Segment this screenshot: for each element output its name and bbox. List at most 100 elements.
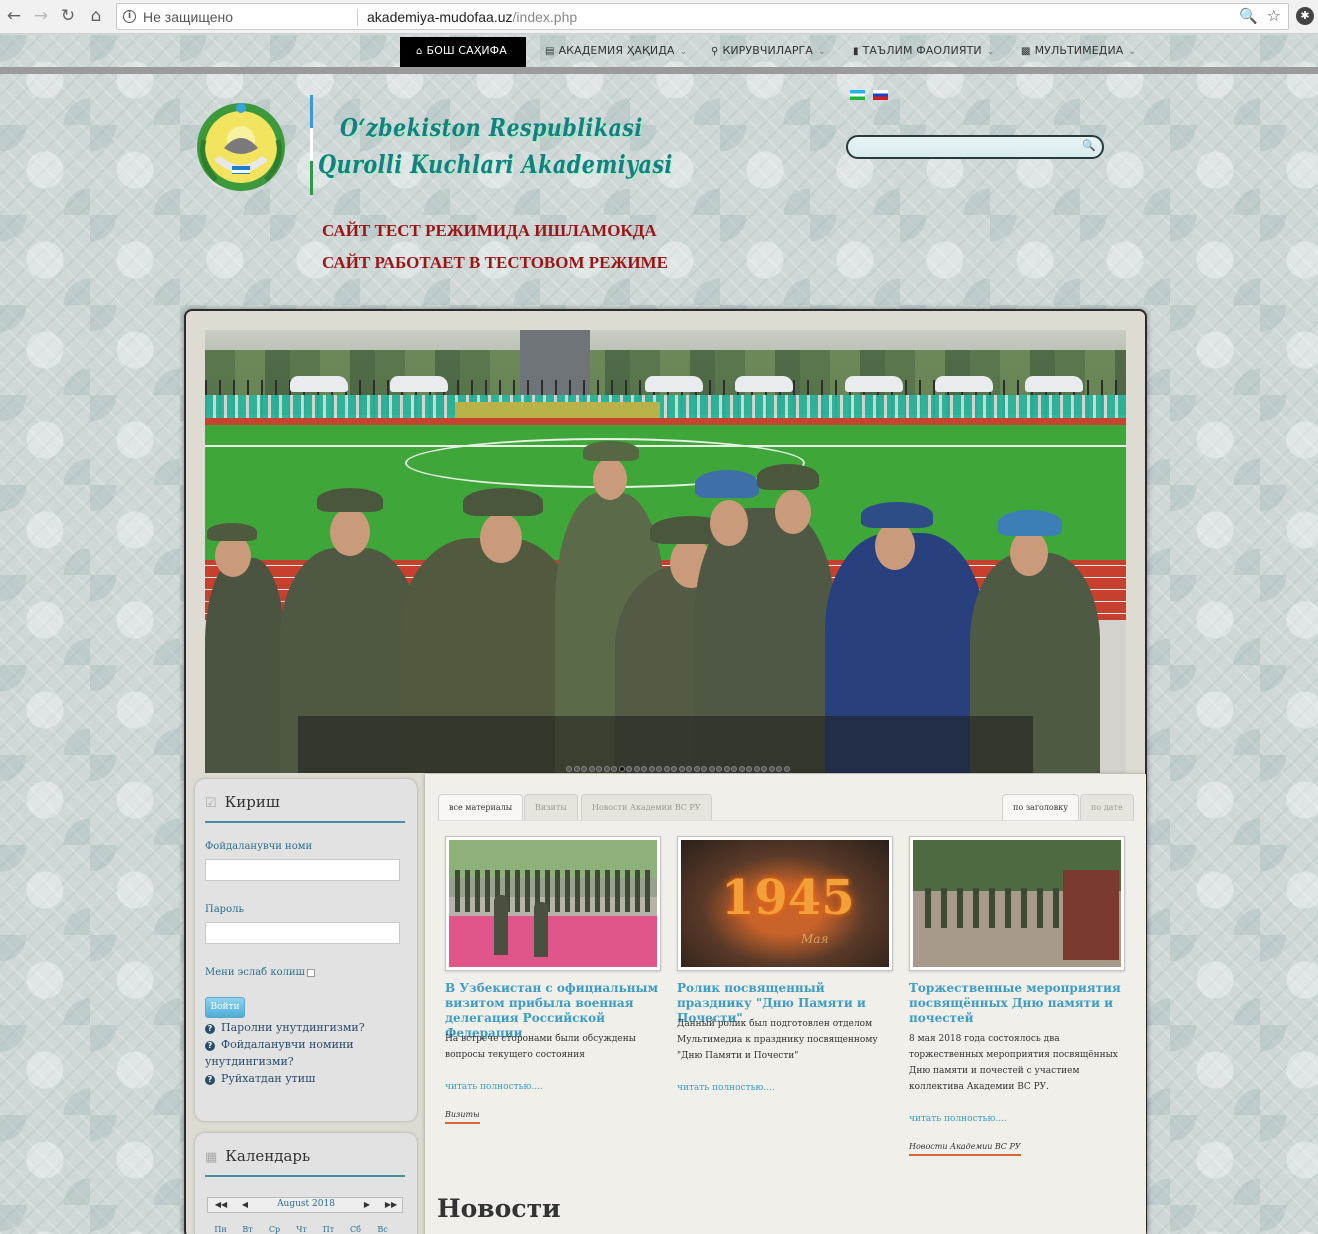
slider-dot[interactable] (648, 766, 655, 772)
slider-dot[interactable] (656, 766, 662, 772)
tab-all-materials[interactable]: все материалы (438, 794, 524, 821)
russian-flag-icon[interactable] (873, 90, 888, 100)
slider-dot[interactable] (596, 766, 602, 772)
slider-dot[interactable] (738, 766, 745, 772)
news-thumbnail[interactable] (909, 836, 1125, 971)
remember-checkbox[interactable] (306, 968, 315, 977)
zoom-icon[interactable]: 🔍 (1239, 7, 1258, 25)
slider-dot[interactable] (723, 766, 730, 772)
password-field[interactable] (205, 922, 400, 944)
forgot-password-link[interactable]: ? Паролни унутдингизми? (205, 1019, 405, 1036)
news-excerpt: Данный ролик был подготовлен отделом Мул… (677, 1019, 878, 1061)
state-emblem-logo[interactable] (194, 100, 288, 194)
forgot-username-link[interactable]: ? Фойдаланувчи номини унутдингизми? (205, 1036, 405, 1070)
site-title-line1[interactable]: O‘zbekiston Respublikasi (340, 113, 643, 142)
slider-dot[interactable] (686, 766, 692, 772)
nav-item-multimedia[interactable]: ▩ МУЛЬТИМЕДИА ⌄ (1021, 37, 1136, 68)
reload-icon[interactable]: ↻ (58, 6, 78, 26)
back-icon[interactable]: ← (4, 6, 24, 26)
search-input[interactable] (856, 139, 1081, 156)
slider-dot[interactable] (708, 766, 715, 772)
tab-sort-title[interactable]: по заголовку (1002, 794, 1079, 821)
question-icon: ? (205, 1024, 215, 1034)
slider-dot[interactable] (618, 766, 625, 772)
news-category-link[interactable]: Визиты (445, 1110, 480, 1124)
nav-divider (0, 67, 1318, 74)
tab-academy-news[interactable]: Новости Академии ВС РУ (581, 794, 712, 821)
weekday: Вс (377, 1225, 388, 1234)
news-thumbnail[interactable]: 1945 Мая (677, 836, 893, 971)
slider-dot[interactable] (776, 766, 782, 772)
book-icon: ▮ (853, 46, 859, 57)
slider-dot[interactable] (693, 766, 700, 772)
prev-year-button[interactable]: ◀◀ (210, 1198, 232, 1212)
search-icon[interactable]: 🔍 (1082, 139, 1096, 152)
chevron-down-icon: ⌄ (679, 47, 688, 57)
slider-dot[interactable] (573, 766, 580, 772)
security-label[interactable]: Не защищено (143, 9, 233, 25)
site-title-line2[interactable]: Qurolli Kuchlari Akademiyasi (318, 150, 673, 179)
read-more-link[interactable]: читать полностью.... (909, 1114, 1007, 1124)
image-slider[interactable] (205, 330, 1126, 773)
slider-dot[interactable] (671, 766, 677, 772)
next-year-button[interactable]: ▶▶ (380, 1198, 402, 1212)
slider-dot[interactable] (603, 766, 610, 772)
next-month-button[interactable]: ▶ (356, 1198, 378, 1212)
weekday: Пт (322, 1225, 335, 1234)
address-bar[interactable]: i Не защищено akademiya-mudofaa.uz/index… (116, 3, 1289, 30)
nav-item-education[interactable]: ▮ ТАЪЛИМ ФАОЛИЯТИ ⌄ (853, 37, 994, 68)
logo-divider (310, 95, 313, 195)
extension-icon[interactable]: ✱ (1296, 7, 1314, 25)
slider-dot[interactable] (783, 766, 790, 772)
test-mode-notice-ru: САЙТ РАБОТАЕТ В ТЕСТОВОМ РЕЖИМЕ (322, 253, 668, 272)
slider-dot[interactable] (566, 766, 572, 772)
slider-dot[interactable] (663, 766, 670, 772)
prev-month-button[interactable]: ◀ (234, 1198, 256, 1212)
nav-item-about[interactable]: ▤ АКАДЕМИЯ ҲАҚИДА ⌄ (545, 37, 687, 68)
tab-sort-date[interactable]: по дате (1080, 794, 1134, 821)
nav-item-applicants[interactable]: ⚲ КИРУВЧИЛАРГА ⌄ (711, 37, 826, 68)
username-field[interactable] (205, 859, 400, 881)
news-section-heading: Новости (437, 1194, 561, 1223)
read-more-link[interactable]: читать полностью.... (677, 1083, 775, 1093)
forward-icon[interactable]: → (31, 6, 51, 26)
register-link[interactable]: ? Руйхатдан утиш (205, 1070, 405, 1087)
weekday: Ср (268, 1225, 281, 1234)
read-more-link[interactable]: читать полностью.... (445, 1082, 543, 1092)
nav-item-home[interactable]: ⌂ БОШ САҲИФА (400, 37, 526, 68)
info-icon[interactable]: i (123, 10, 136, 23)
bookmark-star-icon[interactable]: ☆ (1267, 6, 1281, 25)
news-thumbnail[interactable] (445, 836, 661, 971)
news-title-link[interactable]: Торжественные мероприятия посвящённых Дн… (909, 981, 1125, 1026)
slider-dot[interactable] (633, 766, 640, 772)
news-excerpt: 8 мая 2018 года состоялось два торжестве… (909, 1034, 1118, 1092)
tab-visits[interactable]: Визиты (524, 794, 578, 821)
slider-dot[interactable] (626, 766, 632, 772)
uzbek-flag-icon[interactable] (850, 90, 865, 100)
slider-dot[interactable] (731, 766, 737, 772)
calendar-module: ▦ Календарь ◀◀ ◀ August 2018 ▶ ▶▶ Пн Вт Ср Ч… (195, 1133, 417, 1234)
news-category-link[interactable]: Новости Академии ВС РУ (909, 1142, 1021, 1156)
question-icon: ? (205, 1075, 215, 1085)
camera-icon: ▩ (1021, 46, 1031, 57)
slider-dot[interactable] (588, 766, 595, 772)
home-icon: ⌂ (416, 46, 423, 57)
slider-dot[interactable] (641, 766, 647, 772)
slider-dot[interactable] (581, 766, 587, 772)
remember-me[interactable]: Мени эслаб колиш (205, 967, 315, 978)
login-button[interactable]: Войти (205, 997, 245, 1018)
home-icon[interactable]: ⌂ (86, 6, 106, 26)
username-label: Фойдаланувчи номи (205, 841, 313, 852)
news-excerpt: На встрече сторонами были обсуждены вопр… (445, 1034, 636, 1060)
search-icon: ⚲ (711, 46, 719, 57)
slider-dot[interactable] (761, 766, 767, 772)
url-text[interactable]: akademiya-mudofaa.uz/index.php (367, 9, 577, 25)
slider-dot[interactable] (768, 766, 775, 772)
slider-dot[interactable] (746, 766, 752, 772)
slider-dot[interactable] (611, 766, 617, 772)
tabs-divider (437, 820, 1133, 821)
slider-dot[interactable] (678, 766, 685, 772)
slider-dot[interactable] (701, 766, 707, 772)
slider-dot[interactable] (716, 766, 722, 772)
slider-dot[interactable] (753, 766, 760, 772)
